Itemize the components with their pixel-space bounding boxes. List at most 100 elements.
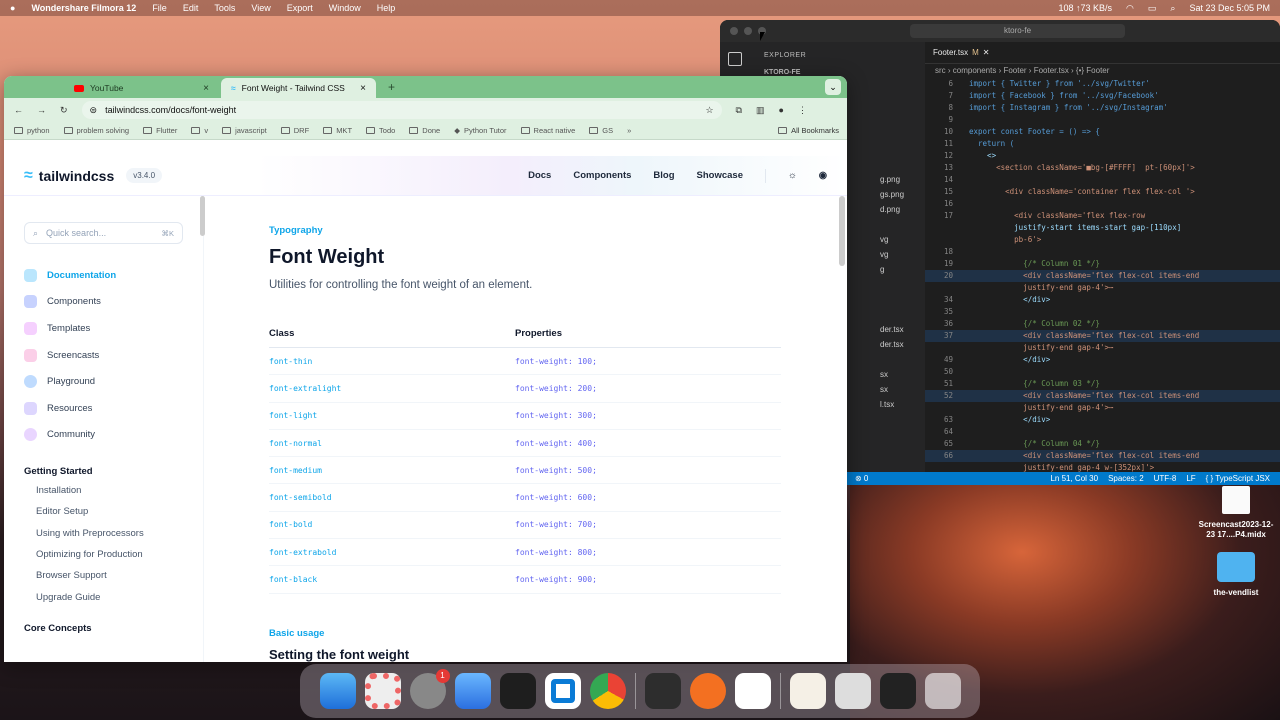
code-line[interactable]: 15 <div className='container flex flex-c… — [925, 186, 1280, 198]
sidebar-item-documentation[interactable]: Documentation — [24, 262, 183, 289]
forward-icon[interactable]: → — [37, 105, 46, 115]
launchpad-icon[interactable] — [364, 673, 401, 709]
back-icon[interactable]: ← — [14, 105, 23, 115]
file-item[interactable]: der.tsx — [880, 322, 904, 337]
desktop-file[interactable]: Screencast2023-12-23 17....P4.midx — [1196, 486, 1276, 540]
code-line[interactable]: 50 — [925, 366, 1280, 378]
code-line[interactable]: 16 — [925, 198, 1280, 210]
datetime[interactable]: Sat 23 Dec 5:05 PM — [1189, 3, 1270, 13]
code-line[interactable]: 37 <div className='flex flex-col items-e… — [925, 330, 1280, 342]
sidebar-link[interactable]: Browser Support — [24, 570, 183, 591]
tab-tailwind[interactable]: ≈ Font Weight - Tailwind CSS × — [221, 78, 376, 98]
code-line[interactable]: 52 <div className='flex flex-col items-e… — [925, 390, 1280, 402]
page-scrollbar[interactable] — [839, 196, 845, 266]
files-icon[interactable] — [728, 52, 742, 66]
code-line[interactable]: 11 return ( — [925, 138, 1280, 150]
explorer-root[interactable]: KTORO-FE — [750, 69, 925, 76]
quick-search[interactable]: ⌕ Quick search... ⌘K — [24, 222, 183, 244]
search-icon[interactable]: ⌕ — [1170, 3, 1175, 14]
tab-youtube[interactable]: YouTube × — [64, 78, 219, 98]
code-line[interactable]: 49 </div> — [925, 354, 1280, 366]
code-line[interactable]: 13 <section className='■bg-[#FFFF] pt-[6… — [925, 162, 1280, 174]
code-line[interactable]: 64 — [925, 426, 1280, 438]
chrome-icon[interactable] — [589, 673, 626, 709]
bookmark-star-icon[interactable]: ☆ — [705, 105, 713, 116]
file-item[interactable]: gs.png — [880, 187, 904, 202]
menu-view[interactable]: View — [251, 3, 270, 13]
code-line[interactable]: 51 {/* Column 03 */} — [925, 378, 1280, 390]
menu-tools[interactable]: Tools — [214, 3, 235, 13]
bookmark-item[interactable]: v — [191, 126, 208, 135]
nav-docs[interactable]: Docs — [528, 170, 551, 181]
wifi-icon[interactable]: ◠ — [1126, 3, 1134, 14]
menu-icon[interactable]: ⋮ — [798, 105, 807, 116]
code-line[interactable]: 7 import { Facebook } from '../svg/Facebo… — [925, 90, 1280, 102]
profile-icon[interactable]: ● — [779, 105, 784, 115]
sidebar-item-screencasts[interactable]: Screencasts — [24, 342, 183, 369]
bookmark-item[interactable]: React native — [520, 126, 575, 135]
code-line[interactable]: 18 — [925, 246, 1280, 258]
new-tab-icon[interactable]: + — [388, 80, 395, 94]
bookmark-item[interactable]: ◆ Python Tutor — [454, 126, 506, 135]
bookmark-item[interactable]: Done — [409, 126, 440, 135]
extensions-icon[interactable]: ⧉ — [736, 105, 742, 116]
address-bar[interactable]: ⊜ tailwindcss.com/docs/font-weight ☆ — [81, 101, 722, 119]
code-line[interactable]: 19 {/* Column 01 */} — [925, 258, 1280, 270]
window-thumbnail-icon[interactable] — [834, 673, 871, 709]
apple-icon[interactable]: ● — [10, 3, 15, 13]
subsection-eyebrow[interactable]: Basic usage — [269, 628, 789, 639]
chevron-down-icon[interactable]: ⌄ — [825, 79, 841, 95]
language-mode[interactable]: { } TypeScript JSX — [1206, 474, 1270, 483]
file-item[interactable]: vg — [880, 232, 904, 247]
sidebar-link[interactable]: Optimizing for Production — [24, 549, 183, 570]
code-line[interactable]: 20 <div className='flex flex-col items-e… — [925, 270, 1280, 282]
desktop-folder[interactable]: the-vendlist — [1196, 552, 1276, 598]
code-line[interactable]: 17 <div className='flex flex-row — [925, 210, 1280, 222]
settings-icon[interactable]: 1 — [409, 669, 450, 709]
file-item[interactable]: g — [880, 262, 904, 277]
file-item[interactable]: g.png — [880, 172, 904, 187]
breadcrumb[interactable]: src › components › Footer › Footer.tsx ›… — [925, 64, 1280, 78]
code-line[interactable]: 9 — [925, 114, 1280, 126]
sidebar-link[interactable]: Installation — [24, 485, 183, 506]
chevron-right-icon[interactable]: » — [627, 126, 631, 135]
theme-toggle-icon[interactable]: ☼ — [788, 170, 797, 181]
code-line[interactable]: 10 export const Footer = () => { — [925, 126, 1280, 138]
filmora-icon[interactable] — [644, 673, 681, 709]
nav-components[interactable]: Components — [573, 170, 631, 181]
code-line[interactable]: 8 import { Instagram } from '../svg/Insta… — [925, 102, 1280, 114]
code-line[interactable]: 63 </div> — [925, 414, 1280, 426]
code-line[interactable]: 66 <div className='flex flex-col items-e… — [925, 450, 1280, 462]
cursor-position[interactable]: Ln 51, Col 30 — [1050, 474, 1098, 483]
menu-export[interactable]: Export — [287, 3, 313, 13]
menu-help[interactable]: Help — [377, 3, 396, 13]
code-line[interactable]: justify-end gap-4'>⋯ — [925, 402, 1280, 414]
document-icon[interactable] — [789, 673, 826, 709]
close-icon[interactable]: × — [203, 83, 209, 94]
file-item[interactable]: l.tsx — [880, 397, 904, 412]
site-info-icon[interactable]: ⊜ — [90, 105, 98, 116]
file-item[interactable]: vg — [880, 247, 904, 262]
editor-tab[interactable]: Footer.tsx M ✕ — [925, 42, 1280, 64]
vscode-icon[interactable] — [544, 673, 581, 709]
file-item[interactable]: d.png — [880, 202, 904, 217]
close-icon[interactable] — [730, 27, 738, 35]
battery-icon[interactable]: ▭ — [1148, 3, 1157, 14]
version-badge[interactable]: v3.4.0 — [126, 168, 163, 183]
bookmark-item[interactable]: GS — [589, 126, 613, 135]
bookmark-item[interactable]: python — [14, 126, 50, 135]
sidebar-item-components[interactable]: Components — [24, 289, 183, 316]
menu-window[interactable]: Window — [329, 3, 361, 13]
code-line[interactable]: 36 {/* Column 02 */} — [925, 318, 1280, 330]
close-icon[interactable]: × — [360, 83, 366, 94]
sidebar-link[interactable]: Upgrade Guide — [24, 592, 183, 613]
code-line[interactable]: 65 {/* Column 04 */} — [925, 438, 1280, 450]
sidebar-item-playground[interactable]: Playground — [24, 368, 183, 395]
sidebar-link[interactable]: Editor Setup — [24, 506, 183, 527]
bookmark-item[interactable]: problem solving — [63, 126, 129, 135]
file-item[interactable]: sx — [880, 382, 904, 397]
bookmark-item[interactable]: Todo — [366, 126, 395, 135]
sidebar-item-resources[interactable]: Resources — [24, 395, 183, 422]
bookmark-item[interactable]: MKT — [323, 126, 352, 135]
minimize-icon[interactable] — [744, 27, 752, 35]
